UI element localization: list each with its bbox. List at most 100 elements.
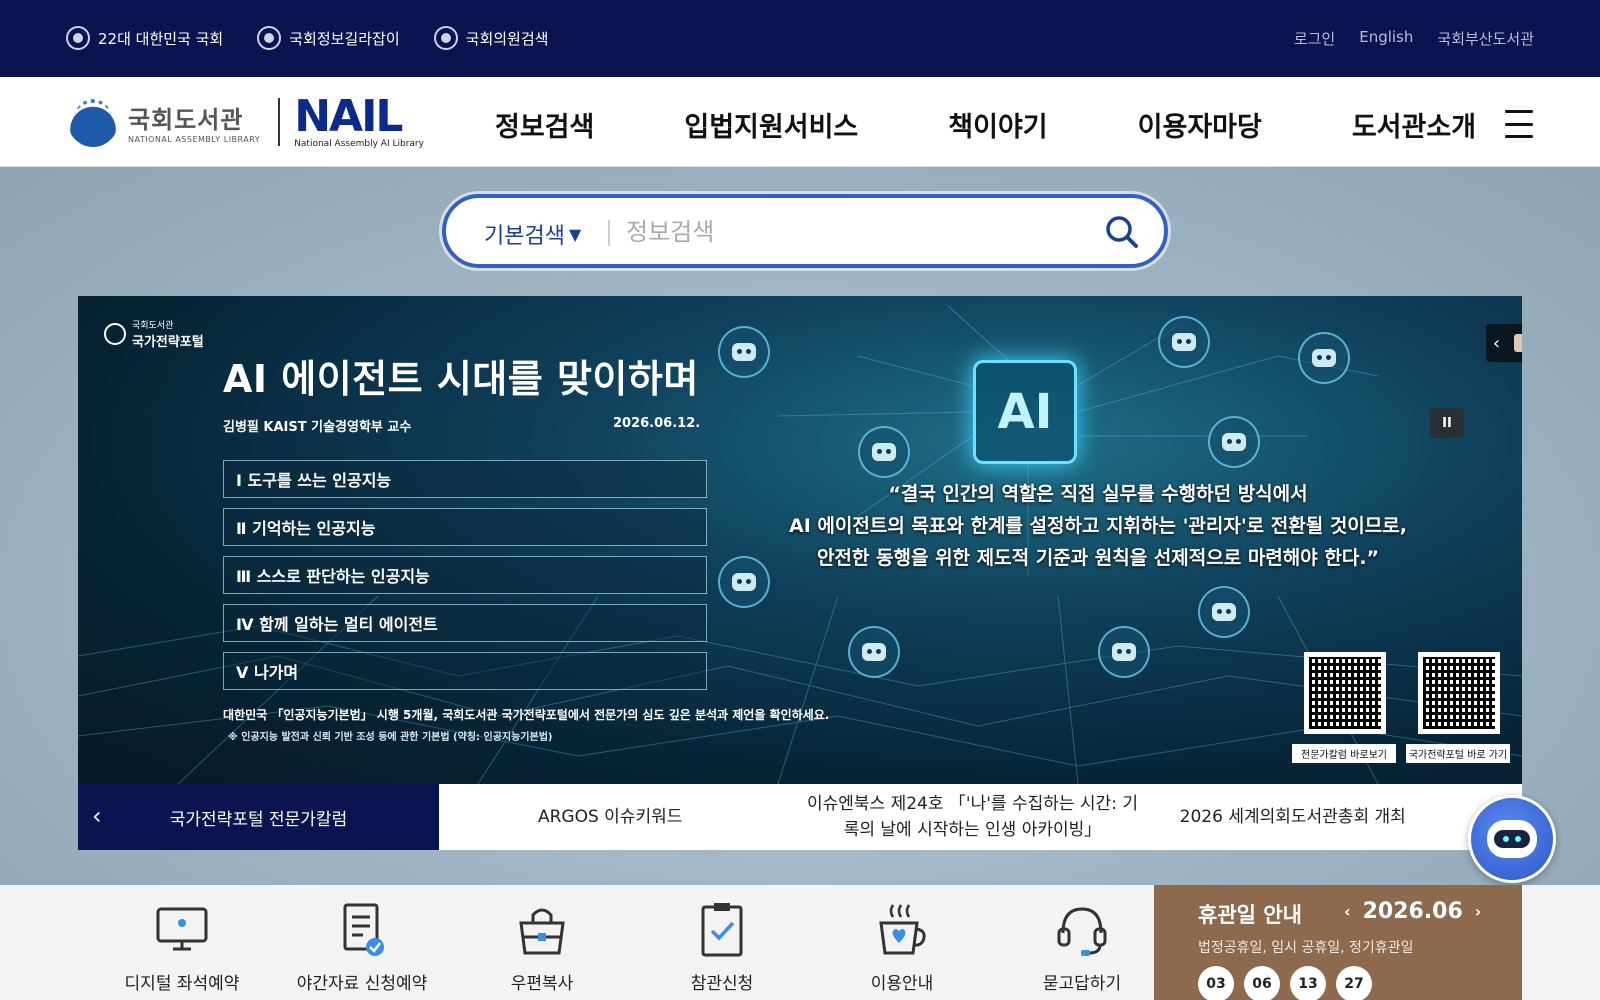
search-type-label: 기본검색 [484, 224, 565, 249]
robot-icon [848, 626, 900, 678]
holiday-date: 13 [1290, 966, 1326, 1000]
qr-label-column: 전문가칼럼 바로보기 [1292, 744, 1396, 763]
search-icon[interactable] [1102, 212, 1142, 252]
chatbot-robot-icon [1487, 820, 1537, 858]
holiday-desc: 법정공휴일, 임시 공휴일, 정기휴관일 [1198, 940, 1414, 956]
english-link[interactable]: English [1359, 28, 1413, 49]
link-label: 국회정보길라잡이 [289, 29, 400, 48]
quick-usage-guide[interactable]: 이용안내 [812, 885, 992, 1000]
quick-label: 묻고답하기 [1042, 974, 1122, 994]
chevron-right-icon[interactable]: › [1475, 902, 1482, 921]
quick-qna[interactable]: 묻고답하기 [992, 885, 1172, 1000]
quick-label: 참관신청 [690, 974, 754, 994]
tab-label: 국가전략포털 전문가칼럼 [169, 809, 348, 830]
banner-title: AI 에이전트 시대를 맞이하며 [223, 357, 699, 401]
quick-label: 디지털 좌석예약 [124, 974, 240, 994]
slide-controls: ‹ › [1486, 324, 1522, 362]
search-input[interactable] [626, 210, 1066, 254]
banner-tabbar: ‹ 국가전략포털 전문가칼럼 ARGOS 이슈키워드 이슈엔북스 제24호 「'… [78, 784, 1522, 850]
toc-item: Ⅰ 도구를 쓰는 인공지능 [223, 460, 707, 498]
banner-quote: “결국 인간의 역할은 직접 실무를 수행하던 방식에서 AI 에이전트의 목표… [738, 478, 1458, 574]
quick-digital-seat[interactable]: 디지털 좌석예약 [92, 885, 272, 1000]
assembly-emblem-icon [433, 26, 458, 50]
portal-lines: 국회도서관 국가전략포털 [132, 318, 204, 350]
chevron-left-icon[interactable]: ‹ [1493, 333, 1500, 354]
monitor-icon [156, 907, 208, 951]
banner-date: 2026.06.12. [613, 416, 701, 431]
nav-library-intro[interactable]: 도서관소개 [1352, 105, 1476, 144]
tab-issue-books[interactable]: 이슈엔북스 제24호 「'나'를 수집하는 시간: 기록의 날에 시작하는 인생… [781, 784, 1163, 850]
clipboard-check-icon [701, 903, 743, 957]
link-member-search[interactable]: 국회의원검색 [433, 26, 549, 50]
holiday-date: 03 [1198, 966, 1234, 1000]
top-utility-bar: 22대 대한민국 국회 국회정보길라잡이 국회의원검색 로그인 English … [0, 0, 1600, 77]
main-header: 국회도서관 NATIONAL ASSEMBLY LIBRARY NAIL Nat… [0, 77, 1600, 167]
qr-code-portal[interactable] [1418, 652, 1500, 734]
logo-korean: 국회도서관 [128, 106, 244, 134]
nail-logo: NAIL National Assembly AI Library [294, 91, 424, 150]
logo-divider [278, 98, 281, 146]
link-assembly-guide[interactable]: 국회정보길라잡이 [257, 26, 400, 50]
busan-library-link[interactable]: 국회부산도서관 [1437, 28, 1534, 49]
robot-icon [1198, 586, 1250, 638]
caret-down-icon: ▼ [568, 224, 582, 244]
quick-label: 이용안내 [870, 974, 934, 994]
coffee-cup-icon [879, 904, 926, 955]
qr-code-column[interactable] [1304, 652, 1386, 734]
assembly-emblem-icon [66, 26, 90, 50]
nav-legislative-support[interactable]: 입법지원서비스 [684, 105, 858, 144]
holiday-title: 휴관일 안내 [1198, 903, 1302, 927]
logo-text: 국회도서관 NATIONAL ASSEMBLY LIBRARY [128, 100, 260, 144]
holiday-date: 27 [1336, 966, 1372, 1000]
quote-line: AI 에이전트의 목표와 한계를 설정하고 지휘하는 '관리자'로 전환될 것이… [789, 515, 1407, 537]
quick-label: 야간자료 신청예약 [296, 974, 428, 994]
robot-icon [1158, 316, 1210, 368]
chevron-left-icon[interactable]: ‹ [92, 802, 102, 830]
robot-icon [718, 326, 770, 378]
chatbot-button[interactable] [1468, 795, 1556, 883]
banner-footnote: ※ 인공지능 발전과 신뢰 기반 조성 등에 관한 기본법 (약칭: 인공지능기… [228, 732, 553, 743]
util-links: 로그인 English 국회부산도서관 [1294, 28, 1534, 49]
hamburger-menu-icon[interactable] [1505, 110, 1533, 138]
main-nav: 정보검색 입법지원서비스 책이야기 이용자마당 도서관소개 [495, 105, 1476, 144]
quick-night-request[interactable]: 야간자료 신청예약 [272, 885, 452, 1000]
link-label: 국회의원검색 [465, 29, 549, 48]
document-check-icon [343, 903, 384, 956]
chevron-left-icon[interactable]: ‹ [1344, 902, 1351, 921]
search-separator [608, 220, 610, 246]
tab-argos-keyword[interactable]: ARGOS 이슈키워드 [439, 784, 781, 850]
quote-line: “결국 인간의 역할은 직접 실무를 수행하던 방식에서 [888, 483, 1308, 505]
site-logo[interactable]: 국회도서관 NATIONAL ASSEMBLY LIBRARY NAIL Nat… [68, 95, 424, 149]
pause-icon[interactable]: II [1430, 408, 1464, 438]
holiday-month: 2026.06 [1362, 899, 1463, 924]
toc-item: Ⅳ 함께 일하는 멀티 에이전트 [223, 604, 707, 642]
quick-postal-copy[interactable]: 우편복사 [452, 885, 632, 1000]
holiday-month-nav: ‹ 2026.06 › [1344, 899, 1481, 924]
banner-author: 김병필 KAIST 기술경영학부 교수 [223, 420, 412, 435]
nav-user-forum[interactable]: 이용자마당 [1138, 105, 1262, 144]
nav-book-story[interactable]: 책이야기 [948, 105, 1047, 144]
portal-label: 국회도서관 국가전략포털 [104, 318, 204, 350]
ai-chip-icon: AI [973, 360, 1077, 464]
main-banner[interactable]: 국회도서관 국가전략포털 AI 에이전트 시대를 맞이하며 김병필 KAIST … [78, 296, 1522, 784]
nav-info-search[interactable]: 정보검색 [495, 105, 594, 144]
login-link[interactable]: 로그인 [1294, 28, 1335, 49]
holiday-dates: 03 06 13 27 [1198, 966, 1372, 1000]
quick-items: 디지털 좌석예약 야간자료 신청예약 우편복사 참관신청 이용안내 묻고답하기 [92, 885, 1172, 1000]
assembly-emblem-icon [257, 26, 282, 50]
toc-item: Ⅲ 스스로 판단하는 인공지능 [223, 556, 707, 594]
banner-toc: Ⅰ 도구를 쓰는 인공지능 Ⅱ 기억하는 인공지능 Ⅲ 스스로 판단하는 인공지… [223, 460, 707, 700]
slide-indicator[interactable] [1513, 334, 1522, 352]
robot-icon [858, 426, 910, 478]
bag-icon [519, 908, 565, 955]
headset-icon [1057, 907, 1107, 956]
link-label: 22대 대한민국 국회 [98, 29, 224, 48]
link-22nd-assembly[interactable]: 22대 대한민국 국회 [66, 26, 223, 50]
quote-line: 안전한 동행을 위한 제도적 기준과 원칙을 선제적으로 마련해야 한다.” [816, 547, 1380, 569]
nail-wordmark: NAIL [294, 91, 403, 142]
quick-label: 우편복사 [510, 974, 574, 994]
search-type-select[interactable]: 기본검색 ▼ [484, 218, 581, 250]
tab-expert-column[interactable]: ‹ 국가전략포털 전문가칼럼 [78, 784, 439, 850]
quick-visit-request[interactable]: 참관신청 [632, 885, 812, 1000]
banner-note: 대한민국 「인공지능기본법」 시행 5개월, 국회도서관 국가전략포털에서 전문… [223, 708, 830, 722]
